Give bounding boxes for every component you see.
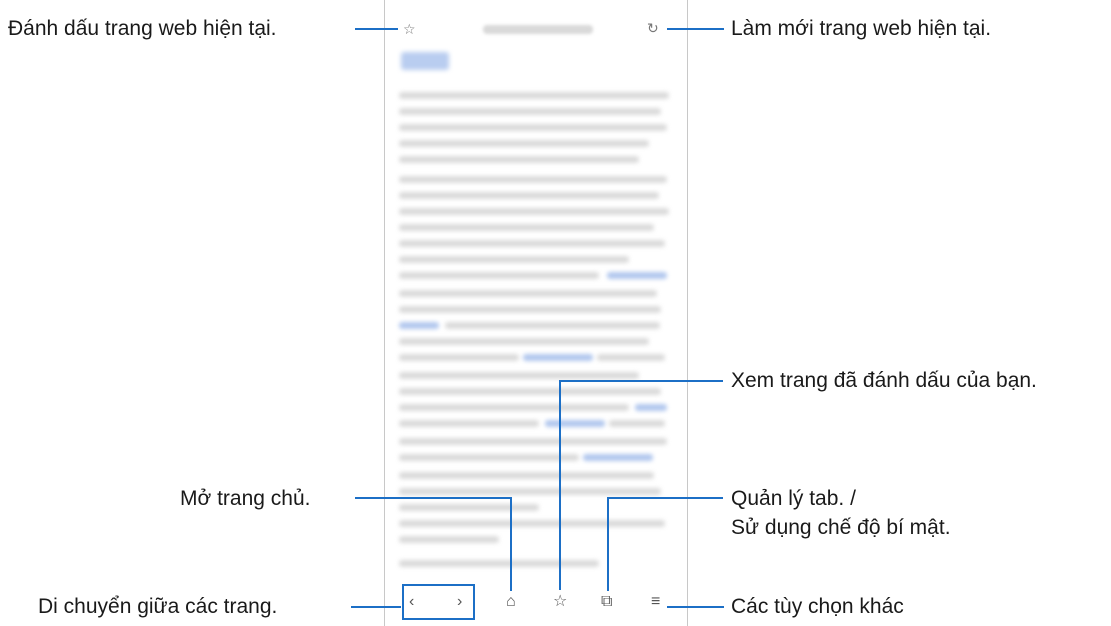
tabs-icon[interactable]: ⧉	[601, 594, 612, 610]
browser-screen: ☆ ↻ ‹ › ⌂ ☆ ⧉ ≡	[384, 0, 688, 626]
callout-more-options: Các tùy chọn khác	[731, 595, 904, 618]
leader-tabs-h	[608, 497, 723, 499]
browser-toolbar: ‹ › ⌂ ☆ ⧉ ≡	[385, 584, 687, 626]
url-address-bar[interactable]	[483, 25, 593, 34]
bookmark-star-icon[interactable]: ☆	[403, 22, 416, 36]
callout-view-bookmarks: Xem trang đã đánh dấu của bạn.	[731, 369, 1037, 392]
callout-tabs-line1: Quản lý tab. /	[731, 487, 856, 510]
back-icon[interactable]: ‹	[409, 594, 414, 610]
callout-tabs-line2: Sử dụng chế độ bí mật.	[731, 516, 951, 539]
callout-bookmark-page: Đánh dấu trang web hiện tại.	[8, 17, 277, 40]
leader-tabs-v	[607, 497, 609, 591]
callout-navigate: Di chuyển giữa các trang.	[38, 595, 278, 618]
callout-refresh-page: Làm mới trang web hiện tại.	[731, 17, 992, 40]
leader-more-options	[667, 606, 724, 608]
page-heading-blurred	[401, 52, 449, 70]
menu-icon[interactable]: ≡	[651, 594, 660, 610]
home-icon[interactable]: ⌂	[506, 594, 516, 610]
leader-view-bookmarks-h	[560, 380, 723, 382]
leader-refresh-page	[667, 28, 724, 30]
forward-icon[interactable]: ›	[457, 594, 462, 610]
bookmarks-icon[interactable]: ☆	[553, 594, 567, 610]
leader-view-bookmarks-v	[559, 380, 561, 590]
leader-home-h	[355, 497, 512, 499]
leader-navigate	[351, 606, 401, 608]
refresh-icon[interactable]: ↻	[647, 21, 659, 35]
leader-home-v	[510, 497, 512, 591]
leader-bookmark-page	[355, 28, 398, 30]
callout-home: Mở trang chủ.	[180, 487, 311, 510]
